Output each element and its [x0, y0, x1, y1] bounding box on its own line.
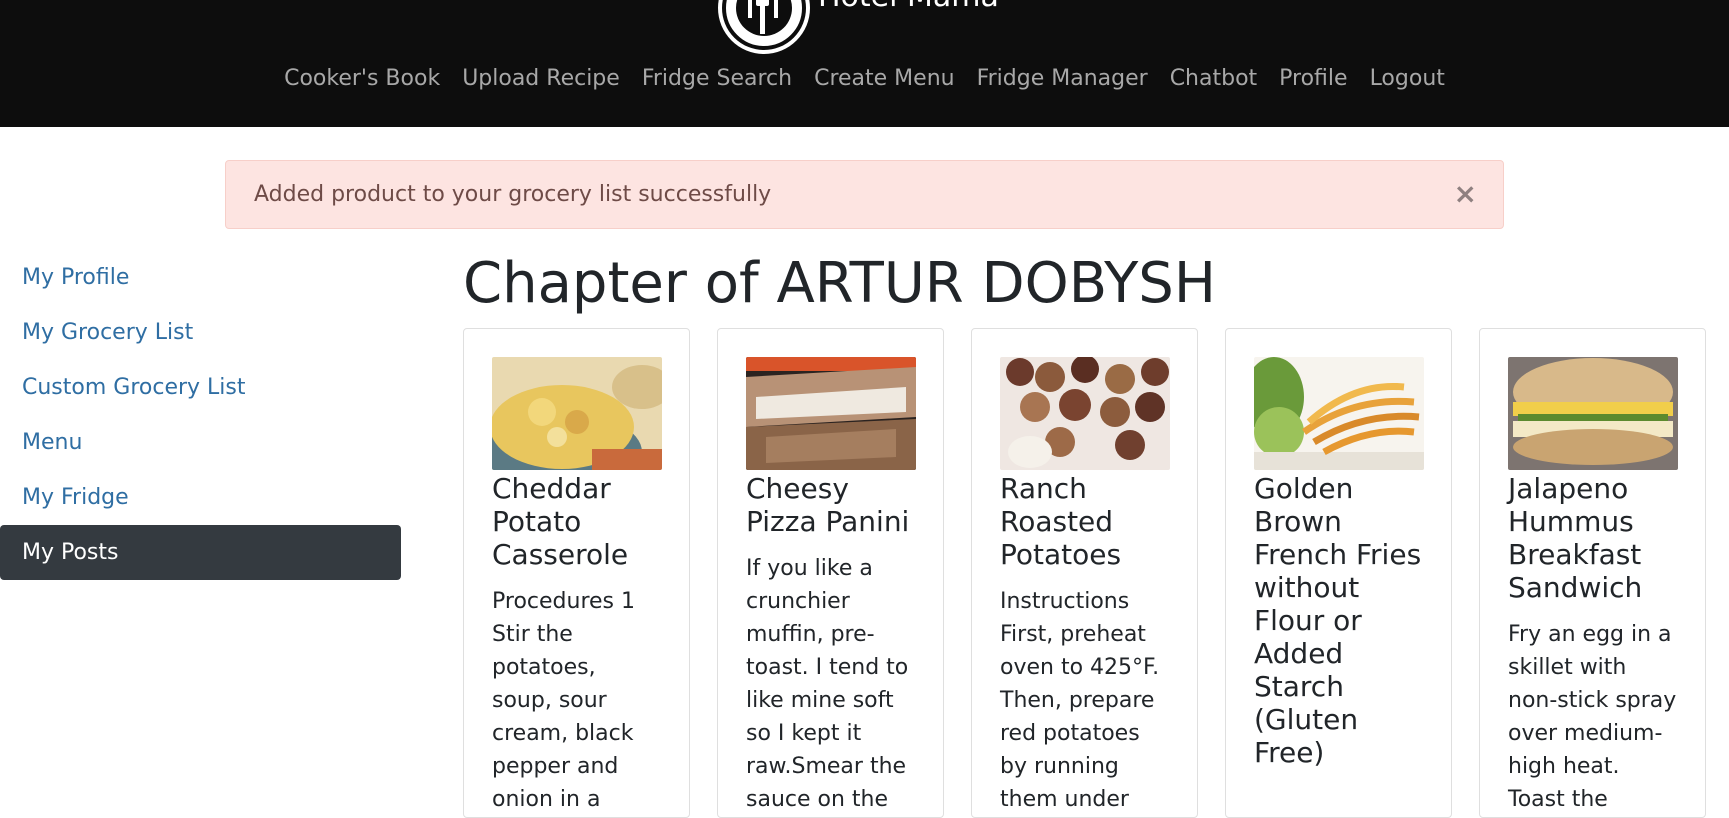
recipe-description: If you like a crunchier muffin, pre-toas… — [746, 556, 909, 812]
top-navbar: Hotel Mama Cooker's Book Upload Recipe F… — [0, 0, 1729, 127]
recipe-image — [492, 357, 662, 470]
sidebar-item-my-posts[interactable]: My Posts — [0, 525, 401, 580]
main-nav: Cooker's Book Upload Recipe Fridge Searc… — [0, 60, 1729, 98]
recipe-image — [1254, 357, 1424, 470]
sidebar-item-my-grocery-list[interactable]: My Grocery List — [0, 305, 401, 360]
recipe-title: Golden Brown French Fries without Flour … — [1254, 472, 1422, 769]
success-alert: Added product to your grocery list succe… — [225, 160, 1504, 229]
recipe-card-list: Cheddar Potato Casserole Procedures 1 St… — [463, 328, 1718, 818]
recipe-description: Instructions First, preheat oven to 425°… — [1000, 589, 1160, 812]
sidebar-item-my-fridge[interactable]: My Fridge — [0, 470, 401, 525]
recipe-image — [746, 357, 916, 470]
recipe-title: Cheesy Pizza Panini — [746, 472, 910, 538]
nav-profile[interactable]: Profile — [1268, 60, 1358, 98]
nav-logout[interactable]: Logout — [1359, 60, 1456, 98]
recipe-description: Procedures 1 Stir the potatoes, soup, so… — [492, 589, 635, 812]
brand[interactable]: Hotel Mama — [722, 0, 999, 50]
fork-knife-icon — [722, 0, 806, 50]
recipe-title: Jalapeno Hummus Breakfast Sandwich — [1508, 472, 1643, 604]
recipe-title: Cheddar Potato Casserole — [492, 472, 629, 571]
nav-fridge-search[interactable]: Fridge Search — [631, 60, 803, 98]
recipe-description: Fry an egg in a skillet with non-stick s… — [1508, 622, 1677, 812]
recipe-card[interactable]: Jalapeno Hummus Breakfast Sandwich Fry a… — [1479, 328, 1706, 818]
recipe-card[interactable]: Cheesy Pizza Panini If you like a crunch… — [717, 328, 944, 818]
sidebar: My Profile My Grocery List Custom Grocer… — [0, 250, 401, 580]
sidebar-item-custom-grocery-list[interactable]: Custom Grocery List — [0, 360, 401, 415]
nav-chatbot[interactable]: Chatbot — [1159, 60, 1268, 98]
nav-fridge-manager[interactable]: Fridge Manager — [966, 60, 1159, 98]
recipe-card[interactable]: Ranch Roasted Potatoes Instructions Firs… — [971, 328, 1198, 818]
nav-cookers-book[interactable]: Cooker's Book — [273, 60, 451, 98]
sidebar-item-my-profile[interactable]: My Profile — [0, 250, 401, 305]
sidebar-item-menu[interactable]: Menu — [0, 415, 401, 470]
brand-title: Hotel Mama — [818, 0, 999, 14]
recipe-card[interactable]: Golden Brown French Fries without Flour … — [1225, 328, 1452, 818]
recipe-card[interactable]: Cheddar Potato Casserole Procedures 1 St… — [463, 328, 690, 818]
page-title: Chapter of ARTUR DOBYSH — [463, 251, 1216, 316]
recipe-image — [1508, 357, 1678, 470]
nav-create-menu[interactable]: Create Menu — [803, 60, 966, 98]
alert-message: Added product to your grocery list succe… — [254, 182, 772, 207]
close-icon[interactable]: × — [1454, 179, 1477, 209]
nav-upload-recipe[interactable]: Upload Recipe — [451, 60, 631, 98]
recipe-title: Ranch Roasted Potatoes — [1000, 472, 1122, 571]
recipe-image — [1000, 357, 1170, 470]
